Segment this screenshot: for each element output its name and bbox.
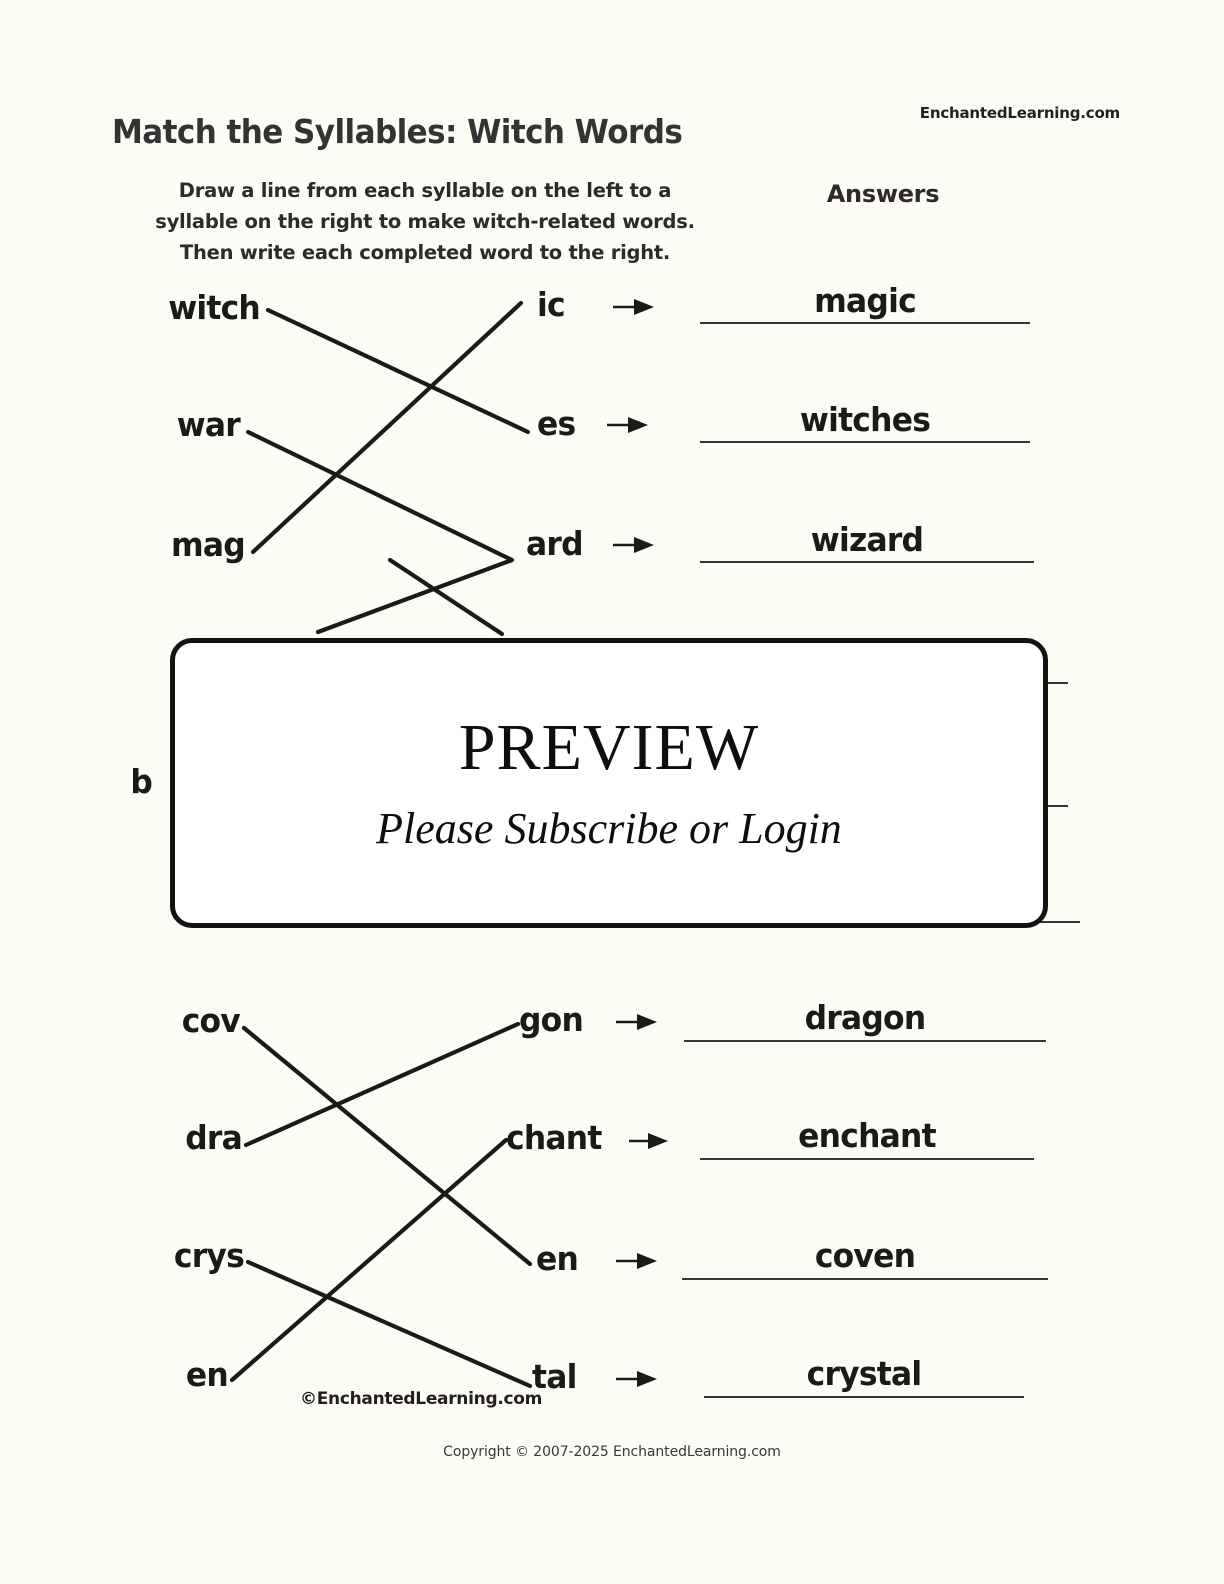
connector-dra-gon (243, 1021, 521, 1148)
answers-column-header: Answers (826, 180, 940, 208)
left-syllable-cov[interactable]: cov (69, 1001, 241, 1040)
answer-blank-7[interactable] (704, 1396, 1024, 1398)
inline-copyright: ©EnchantedLearning.com (300, 1389, 543, 1409)
arrow-icon-7 (616, 1371, 657, 1387)
answer-text-dragon: dragon (804, 998, 927, 1037)
left-syllable-war[interactable]: war (69, 405, 241, 444)
answer-text-enchant: enchant (798, 1116, 936, 1155)
answer-blank-4[interactable] (684, 1040, 1046, 1042)
connector-war-ard (245, 429, 515, 563)
site-brand: EnchantedLearning.com (919, 104, 1120, 122)
left-syllable-witch[interactable]: witch (89, 288, 261, 327)
arrow-icon-6 (616, 1253, 657, 1269)
answer-blank-obscured-3[interactable] (1040, 921, 1080, 923)
arrow-icon-5 (629, 1133, 668, 1149)
instructions-line-3: Then write each completed word to the ri… (179, 241, 671, 264)
connector-crys-tal (245, 1259, 533, 1389)
worksheet-page: EnchantedLearning.com Match the Syllable… (0, 0, 1224, 1584)
left-syllable-dra[interactable]: dra (69, 1118, 243, 1157)
answer-text-magic: magic (814, 281, 917, 320)
left-syllable-obscured[interactable]: b (95, 762, 152, 801)
answer-text-wizard: wizard (810, 520, 924, 559)
answer-text-coven: coven (814, 1236, 916, 1275)
arrow-icon-3 (613, 537, 654, 553)
connector-cov-en (241, 1025, 533, 1267)
right-syllable-es[interactable]: es (537, 404, 670, 443)
instructions-line-1: Draw a line from each syllable on the le… (178, 179, 672, 202)
left-syllable-en[interactable]: en (68, 1355, 229, 1394)
answer-blank-6[interactable] (682, 1278, 1048, 1280)
page-title: Match the Syllables: Witch Words (112, 112, 683, 151)
answer-blank-3[interactable] (700, 561, 1034, 563)
connector-obscured-b (387, 557, 505, 637)
left-syllable-crys[interactable]: crys (69, 1236, 245, 1275)
answer-text-crystal: crystal (806, 1354, 922, 1393)
preview-overlay[interactable]: PREVIEW Please Subscribe or Login (170, 638, 1048, 928)
connector-mag-ic (250, 300, 524, 555)
answer-blank-2[interactable] (700, 441, 1030, 443)
preview-title: PREVIEW (458, 711, 760, 784)
instructions-line-2: syllable on the right to make witch-rela… (155, 210, 695, 233)
instructions: Draw a line from each syllable on the le… (140, 175, 710, 268)
left-syllable-mag[interactable]: mag (69, 525, 246, 564)
preview-subscribe-prompt[interactable]: Please Subscribe or Login (376, 807, 842, 851)
connector-en-chant (229, 1137, 509, 1383)
answer-text-witches: witches (799, 400, 931, 439)
connector-obscured-a (315, 557, 515, 635)
connector-witch-es (265, 307, 531, 435)
arrow-icon-2 (607, 417, 648, 433)
bottom-copyright: Copyright © 2007-2025 EnchantedLearning.… (443, 1444, 781, 1460)
arrow-icon-1 (613, 299, 654, 315)
answer-blank-5[interactable] (700, 1158, 1034, 1160)
arrow-icon-4 (616, 1014, 657, 1030)
answer-blank-1[interactable] (700, 322, 1030, 324)
